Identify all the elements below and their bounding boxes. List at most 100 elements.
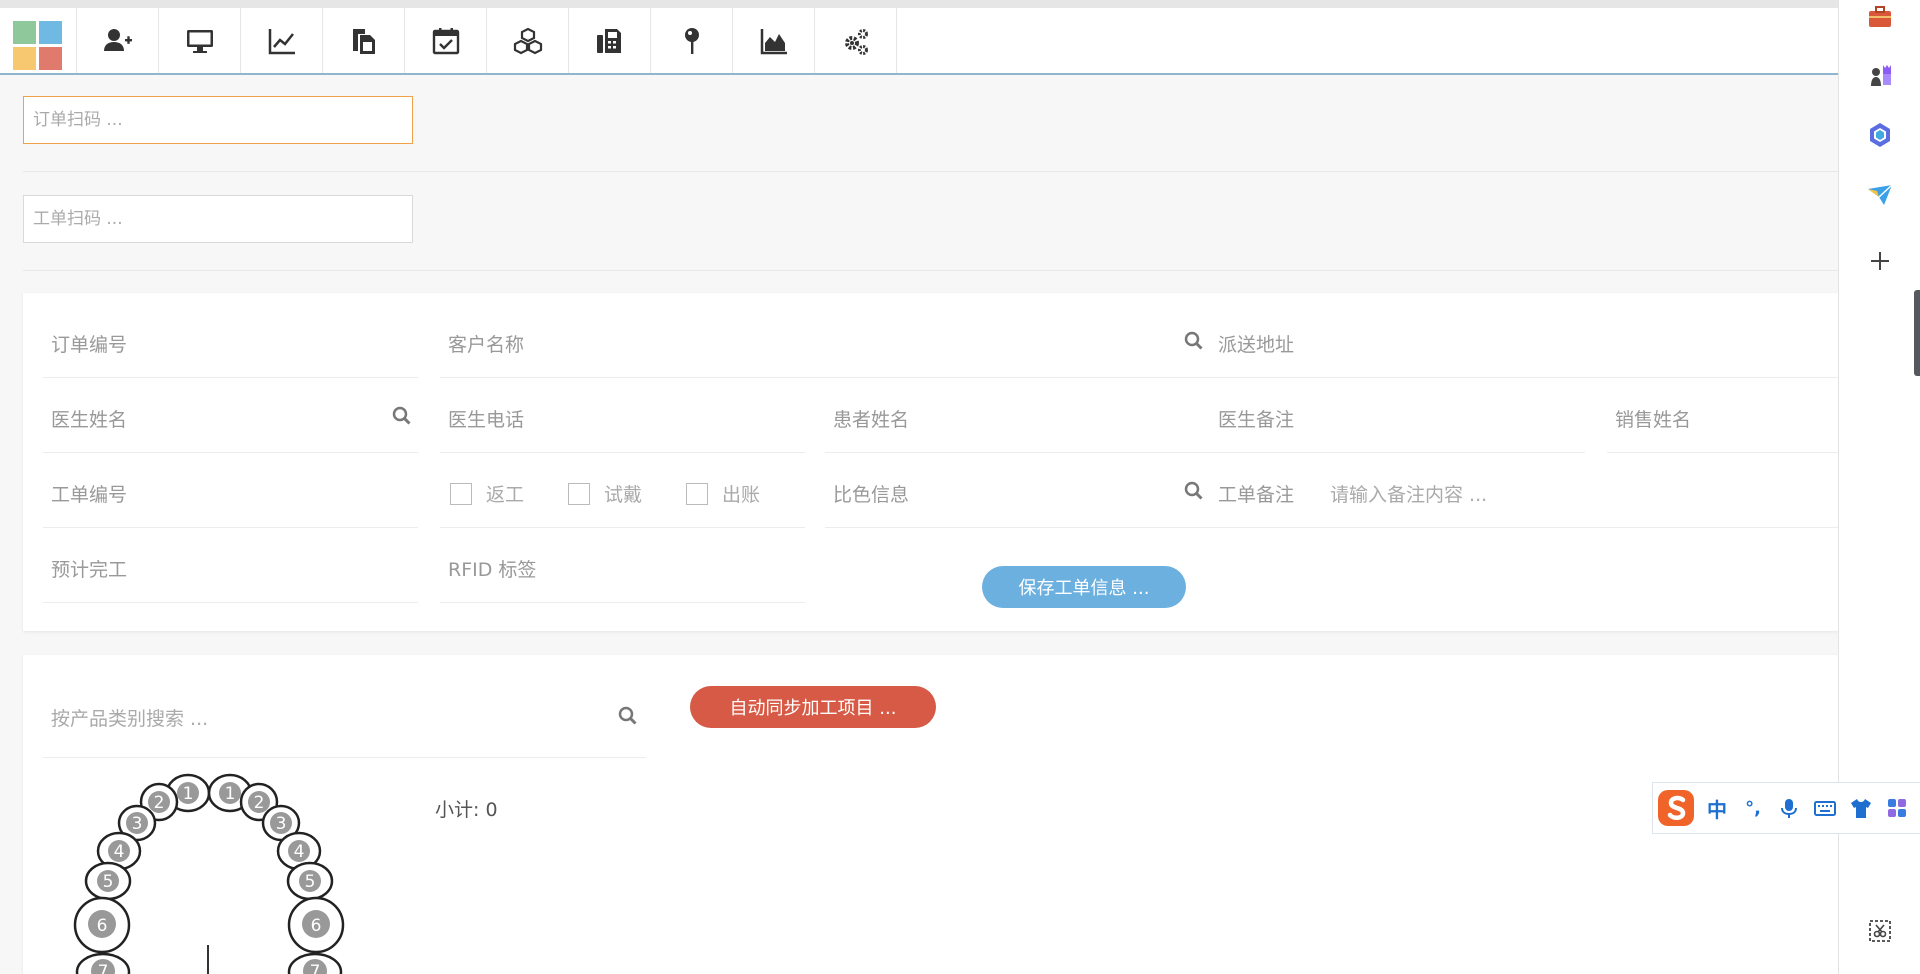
office-button[interactable]	[1865, 120, 1895, 150]
add-app-button[interactable]	[1865, 246, 1895, 276]
plus-icon	[1871, 252, 1889, 270]
svg-text:2: 2	[254, 793, 265, 813]
documents-button[interactable]	[323, 8, 405, 73]
workorder-note-input[interactable]: 请输入备注内容 ...	[1330, 480, 1487, 507]
logo-green-square	[13, 21, 36, 44]
microphone-icon[interactable]	[1771, 797, 1807, 819]
doctor-note-field[interactable]: 医生备注	[1210, 378, 1585, 453]
search-icon[interactable]	[1184, 331, 1204, 351]
tooth-upper-left-5[interactable]: 5	[84, 861, 132, 901]
workorder-info-card: 订单编号 客户名称 派送地址 医生姓名 医生电话 患者姓名 医生备注 销售姓名 …	[23, 293, 1838, 631]
sales-name-label: 销售姓名	[1615, 409, 1692, 431]
logo-red-square	[39, 47, 62, 70]
fax-button[interactable]	[569, 8, 651, 73]
svg-text:7: 7	[98, 962, 109, 974]
doctor-name-field[interactable]: 医生姓名	[43, 378, 418, 453]
billing-checkbox[interactable]: 出账	[686, 480, 760, 507]
logo-yellow-square	[13, 47, 36, 70]
svg-text:6: 6	[97, 916, 108, 936]
sales-name-field[interactable]: 销售姓名	[1607, 378, 1838, 453]
settings-button[interactable]	[815, 8, 897, 73]
line-chart-button[interactable]	[241, 8, 323, 73]
customer-name-field[interactable]: 客户名称	[440, 303, 1210, 378]
workorder-number-field[interactable]: 工单编号	[43, 453, 418, 528]
app-logo[interactable]	[0, 8, 77, 73]
delivery-address-label: 派送地址	[1218, 334, 1295, 356]
skin-icon[interactable]	[1843, 797, 1879, 819]
ime-toolbar: 中 °,	[1652, 782, 1920, 834]
keyboard-icon[interactable]	[1807, 797, 1843, 819]
search-icon[interactable]	[1184, 481, 1204, 501]
side-drawer-handle[interactable]	[1914, 290, 1920, 376]
billing-label: 出账	[722, 484, 761, 506]
search-icon[interactable]	[618, 706, 638, 726]
order-number-field[interactable]: 订单编号	[43, 303, 418, 378]
search-icon[interactable]	[392, 406, 412, 426]
delivery-address-field[interactable]: 派送地址	[1210, 303, 1838, 378]
send-button[interactable]	[1865, 180, 1895, 210]
svg-text:1: 1	[183, 784, 194, 804]
screenshot-icon	[1869, 920, 1891, 942]
rework-checkbox[interactable]: 返工	[450, 480, 524, 507]
subtotal: 小计: 0	[435, 795, 498, 822]
svg-text:5: 5	[103, 872, 114, 892]
rfid-label: RFID 标签	[448, 559, 537, 581]
workorder-note-field[interactable]: 工单备注 请输入备注内容 ...	[1210, 453, 1838, 528]
ime-language[interactable]: 中	[1699, 794, 1735, 823]
ime-punctuation[interactable]: °,	[1735, 798, 1771, 819]
toolbox-grid-icon[interactable]	[1879, 797, 1915, 819]
workorder-note-label: 工单备注	[1218, 484, 1295, 506]
area-chart-button[interactable]	[733, 8, 815, 73]
office-icon	[1870, 123, 1890, 147]
map-pin-button[interactable]	[651, 8, 733, 73]
save-workorder-button[interactable]: 保存工单信息 ...	[982, 566, 1186, 608]
cubes-button[interactable]	[487, 8, 569, 73]
svg-text:1: 1	[225, 784, 236, 804]
workorder-number-label: 工单编号	[51, 484, 128, 506]
customer-name-label: 客户名称	[448, 334, 525, 356]
add-user-button[interactable]	[77, 8, 159, 73]
sogou-logo-icon[interactable]	[1653, 785, 1699, 831]
checkbox-box[interactable]	[450, 482, 472, 505]
svg-text:4: 4	[114, 842, 125, 862]
checkbox-box[interactable]	[568, 482, 590, 505]
try-wear-checkbox[interactable]: 试戴	[568, 480, 642, 507]
calendar-check-icon	[432, 27, 459, 54]
toolbox-icon	[1869, 6, 1891, 27]
dental-chart: 1 1 2 2 3 3 4 4 5 5 6 6 7 7	[73, 773, 345, 974]
products-card: 按产品类别搜索 ... 自动同步加工项目 ... 小计: 0 1 1 2 2 3…	[23, 655, 1838, 974]
svg-text:5: 5	[305, 872, 316, 892]
svg-text:6: 6	[311, 916, 322, 936]
send-icon	[1868, 184, 1893, 205]
expected-finish-field[interactable]: 预计完工	[43, 528, 418, 603]
monitor-button[interactable]	[159, 8, 241, 73]
subtotal-value: 0	[485, 799, 498, 821]
tooth-upper-right-7[interactable]: 7	[287, 952, 343, 974]
patient-name-field[interactable]: 患者姓名	[825, 378, 1210, 453]
product-category-search[interactable]: 按产品类别搜索 ...	[43, 669, 646, 758]
rfid-field[interactable]: RFID 标签	[440, 528, 805, 603]
doctor-phone-field[interactable]: 医生电话	[440, 378, 805, 453]
order-scan-input[interactable]	[23, 96, 413, 144]
expected-finish-label: 预计完工	[51, 559, 128, 581]
screenshot-button[interactable]	[1865, 916, 1895, 946]
area-chart-icon	[760, 28, 787, 54]
chess-button[interactable]	[1865, 60, 1895, 90]
line-chart-icon	[268, 28, 295, 54]
map-pin-icon	[684, 27, 699, 54]
workorder-scan-input[interactable]	[23, 195, 413, 243]
tooth-upper-right-6[interactable]: 6	[287, 896, 345, 954]
gears-icon	[844, 28, 868, 55]
tooth-upper-left-6[interactable]: 6	[73, 896, 131, 954]
tooth-upper-left-7[interactable]: 7	[75, 952, 131, 974]
rework-label: 返工	[486, 484, 525, 506]
toolbox-button[interactable]	[1865, 2, 1895, 32]
calendar-button[interactable]	[405, 8, 487, 73]
logo-blue-square	[39, 21, 62, 44]
auto-sync-button[interactable]: 自动同步加工项目 ...	[690, 686, 936, 728]
divider	[23, 171, 1838, 172]
shade-info-field[interactable]: 比色信息	[825, 453, 1210, 528]
tooth-upper-right-5[interactable]: 5	[286, 861, 334, 901]
checkbox-box[interactable]	[686, 482, 708, 505]
fax-icon	[596, 28, 621, 53]
